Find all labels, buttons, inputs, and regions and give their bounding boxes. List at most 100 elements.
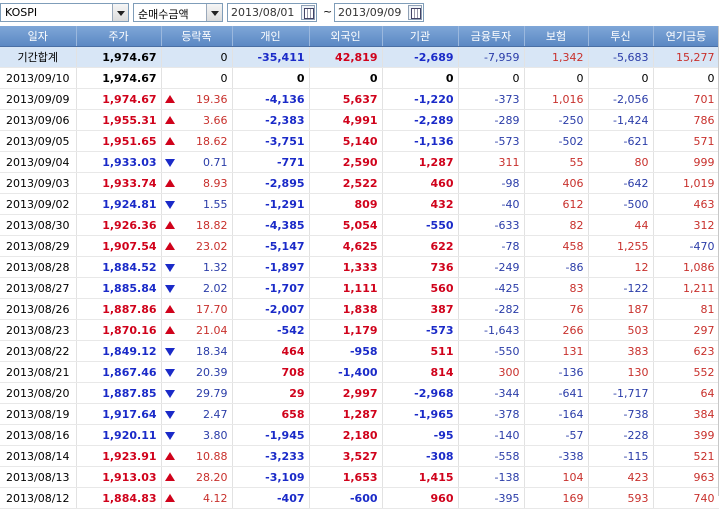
change-cell: 2.02 — [161, 277, 233, 299]
investment-trust-cell: -500 — [588, 193, 654, 215]
pension-cell: 15,277 — [653, 46, 719, 68]
table-row[interactable]: 2013/08/19 1,917.64 2.47 658 1,287 -1,965 -378… — [0, 403, 719, 425]
foreign-cell: 1,653 — [309, 466, 383, 488]
table-row[interactable]: 2013/08/26 1,887.86 17.70 -2,007 1,838 387 -28… — [0, 298, 719, 320]
table-row[interactable]: 2013/09/04 1,933.03 0.71 -771 2,590 1,287 311 5… — [0, 151, 719, 173]
table-row[interactable]: 2013/08/29 1,907.54 23.02 -5,147 4,625 622 -78… — [0, 235, 719, 257]
pension-cell: 1,211 — [653, 277, 719, 299]
column-header-date[interactable]: 일자 — [0, 26, 77, 47]
table-row[interactable]: 2013/09/10 1,974.67 0 0 0 0 0 0 0 0 — [0, 67, 719, 89]
start-date-field[interactable]: 2013/08/01 — [227, 3, 317, 22]
table-row[interactable]: 2013/08/22 1,849.12 18.34 464 -958 511 -550 131… — [0, 340, 719, 362]
pension-cell: -470 — [653, 235, 719, 257]
table-row[interactable]: 2013/09/05 1,951.65 18.62 -3,751 5,140 -1,136… — [0, 130, 719, 152]
individual-cell: 29 — [232, 382, 310, 404]
change-value: 17.70 — [196, 302, 228, 316]
pension-cell: 0 — [653, 67, 719, 89]
change-value: 29.79 — [196, 386, 228, 400]
change-value: 18.34 — [196, 344, 228, 358]
chevron-down-icon[interactable] — [112, 4, 128, 21]
column-header-price[interactable]: 주가 — [76, 26, 162, 47]
investment-trust-cell: -228 — [588, 424, 654, 446]
table-row[interactable]: 2013/08/12 1,884.83 4.12 -407 -600 960 -395 169… — [0, 487, 719, 509]
foreign-cell: 4,625 — [309, 235, 383, 257]
table-row[interactable]: 2013/09/03 1,933.74 8.93 -2,895 2,522 460 -98 4… — [0, 172, 719, 194]
market-select[interactable]: KOSPI — [0, 3, 129, 22]
change-value: 0 — [220, 50, 228, 64]
individual-cell: 0 — [232, 67, 310, 89]
end-date-field[interactable]: 2013/09/09 — [334, 3, 424, 22]
table-row[interactable]: 2013/08/13 1,913.03 28.20 -3,109 1,653 1,415-… — [0, 466, 719, 488]
insurance-cell: -338 — [524, 445, 589, 467]
table-row[interactable]: 2013/09/02 1,924.81 1.55 -1,291 809 432 -40 612… — [0, 193, 719, 215]
individual-cell: -1,707 — [232, 277, 310, 299]
chevron-down-icon[interactable] — [206, 4, 222, 21]
table-row[interactable]: 2013/08/27 1,885.84 2.02 -1,707 1,111 560 -425… — [0, 277, 719, 299]
change-cell: 29.79 — [161, 382, 233, 404]
individual-cell: -2,383 — [232, 109, 310, 131]
institution-cell: -1,220 — [382, 88, 459, 110]
institution-cell: -2,289 — [382, 109, 459, 131]
investment-trust-cell: 130 — [588, 361, 654, 383]
price-cell: 1,974.67 — [76, 46, 162, 68]
table-row[interactable]: 2013/08/20 1,887.85 29.79 29 2,997 -2,968 -344… — [0, 382, 719, 404]
date-cell: 2013/09/05 — [0, 130, 77, 152]
price-cell: 1,887.86 — [76, 298, 162, 320]
column-header-individual[interactable]: 개인 — [232, 26, 310, 47]
foreign-cell: 1,333 — [309, 256, 383, 278]
date-cell: 2013/09/10 — [0, 67, 77, 89]
change-cell: 23.02 — [161, 235, 233, 257]
change-value: 19.36 — [196, 92, 228, 106]
column-header-investment-trust[interactable]: 투신 — [588, 26, 654, 47]
foreign-cell: 2,590 — [309, 151, 383, 173]
investment-trust-cell: -1,424 — [588, 109, 654, 131]
change-value: 3.80 — [203, 428, 228, 442]
triangle-up-icon — [164, 305, 175, 313]
pension-cell: 552 — [653, 361, 719, 383]
change-value: 8.93 — [203, 176, 228, 190]
table-row[interactable]: 2013/08/16 1,920.11 3.80 -1,945 2,180 -95 -140… — [0, 424, 719, 446]
change-cell: 0 — [161, 67, 233, 89]
change-cell: 3.80 — [161, 424, 233, 446]
insurance-cell: -57 — [524, 424, 589, 446]
summary-row[interactable]: 기간합계 1,974.67 0 -35,411 42,819 -2,689 -7,959 1,… — [0, 46, 719, 68]
financial-investment-cell: -573 — [458, 130, 525, 152]
column-header-foreign[interactable]: 외국인 — [309, 26, 383, 47]
financial-investment-cell: -138 — [458, 466, 525, 488]
individual-cell: -3,233 — [232, 445, 310, 467]
financial-investment-cell: -550 — [458, 340, 525, 362]
table-row[interactable]: 2013/09/06 1,955.31 3.66 -2,383 4,991 -2,289-… — [0, 109, 719, 131]
investment-trust-cell: 423 — [588, 466, 654, 488]
column-header-pension[interactable]: 연기금등 — [653, 26, 719, 47]
pension-cell: 463 — [653, 193, 719, 215]
individual-cell: 464 — [232, 340, 310, 362]
financial-investment-cell: -344 — [458, 382, 525, 404]
table-row[interactable]: 2013/08/21 1,867.46 20.39 708 -1,400 814 300 -1… — [0, 361, 719, 383]
column-header-financial-investment[interactable]: 금융투자 — [458, 26, 525, 47]
column-header-insurance[interactable]: 보험 — [524, 26, 589, 47]
calendar-icon[interactable] — [408, 5, 422, 20]
investment-trust-cell: 44 — [588, 214, 654, 236]
price-cell: 1,907.54 — [76, 235, 162, 257]
calendar-icon[interactable] — [301, 5, 315, 20]
foreign-cell: 5,054 — [309, 214, 383, 236]
column-header-institution[interactable]: 기관 — [382, 26, 459, 47]
table-row[interactable]: 2013/08/23 1,870.16 21.04 -542 1,179 -573 -1,6… — [0, 319, 719, 341]
pension-cell: 297 — [653, 319, 719, 341]
pension-cell: 521 — [653, 445, 719, 467]
financial-investment-cell: -378 — [458, 403, 525, 425]
institution-cell: -550 — [382, 214, 459, 236]
insurance-cell: 169 — [524, 487, 589, 509]
column-header-change[interactable]: 등락폭 — [161, 26, 233, 47]
institution-cell: 1,287 — [382, 151, 459, 173]
institution-cell: -2,968 — [382, 382, 459, 404]
foreign-cell: 1,287 — [309, 403, 383, 425]
table-row[interactable]: 2013/08/28 1,884.52 1.32 -1,897 1,333 736 -249… — [0, 256, 719, 278]
table-row[interactable]: 2013/08/14 1,923.91 10.88 -3,233 3,527 -308 -5… — [0, 445, 719, 467]
institution-cell: -308 — [382, 445, 459, 467]
table-row[interactable]: 2013/08/30 1,926.36 18.82 -4,385 5,054 -550 -6… — [0, 214, 719, 236]
table-row[interactable]: 2013/09/09 1,974.67 19.36 -4,136 5,637 -1,220… — [0, 88, 719, 110]
price-cell: 1,933.03 — [76, 151, 162, 173]
mode-select[interactable]: 순매수금액 — [133, 3, 223, 22]
date-cell: 2013/08/13 — [0, 466, 77, 488]
